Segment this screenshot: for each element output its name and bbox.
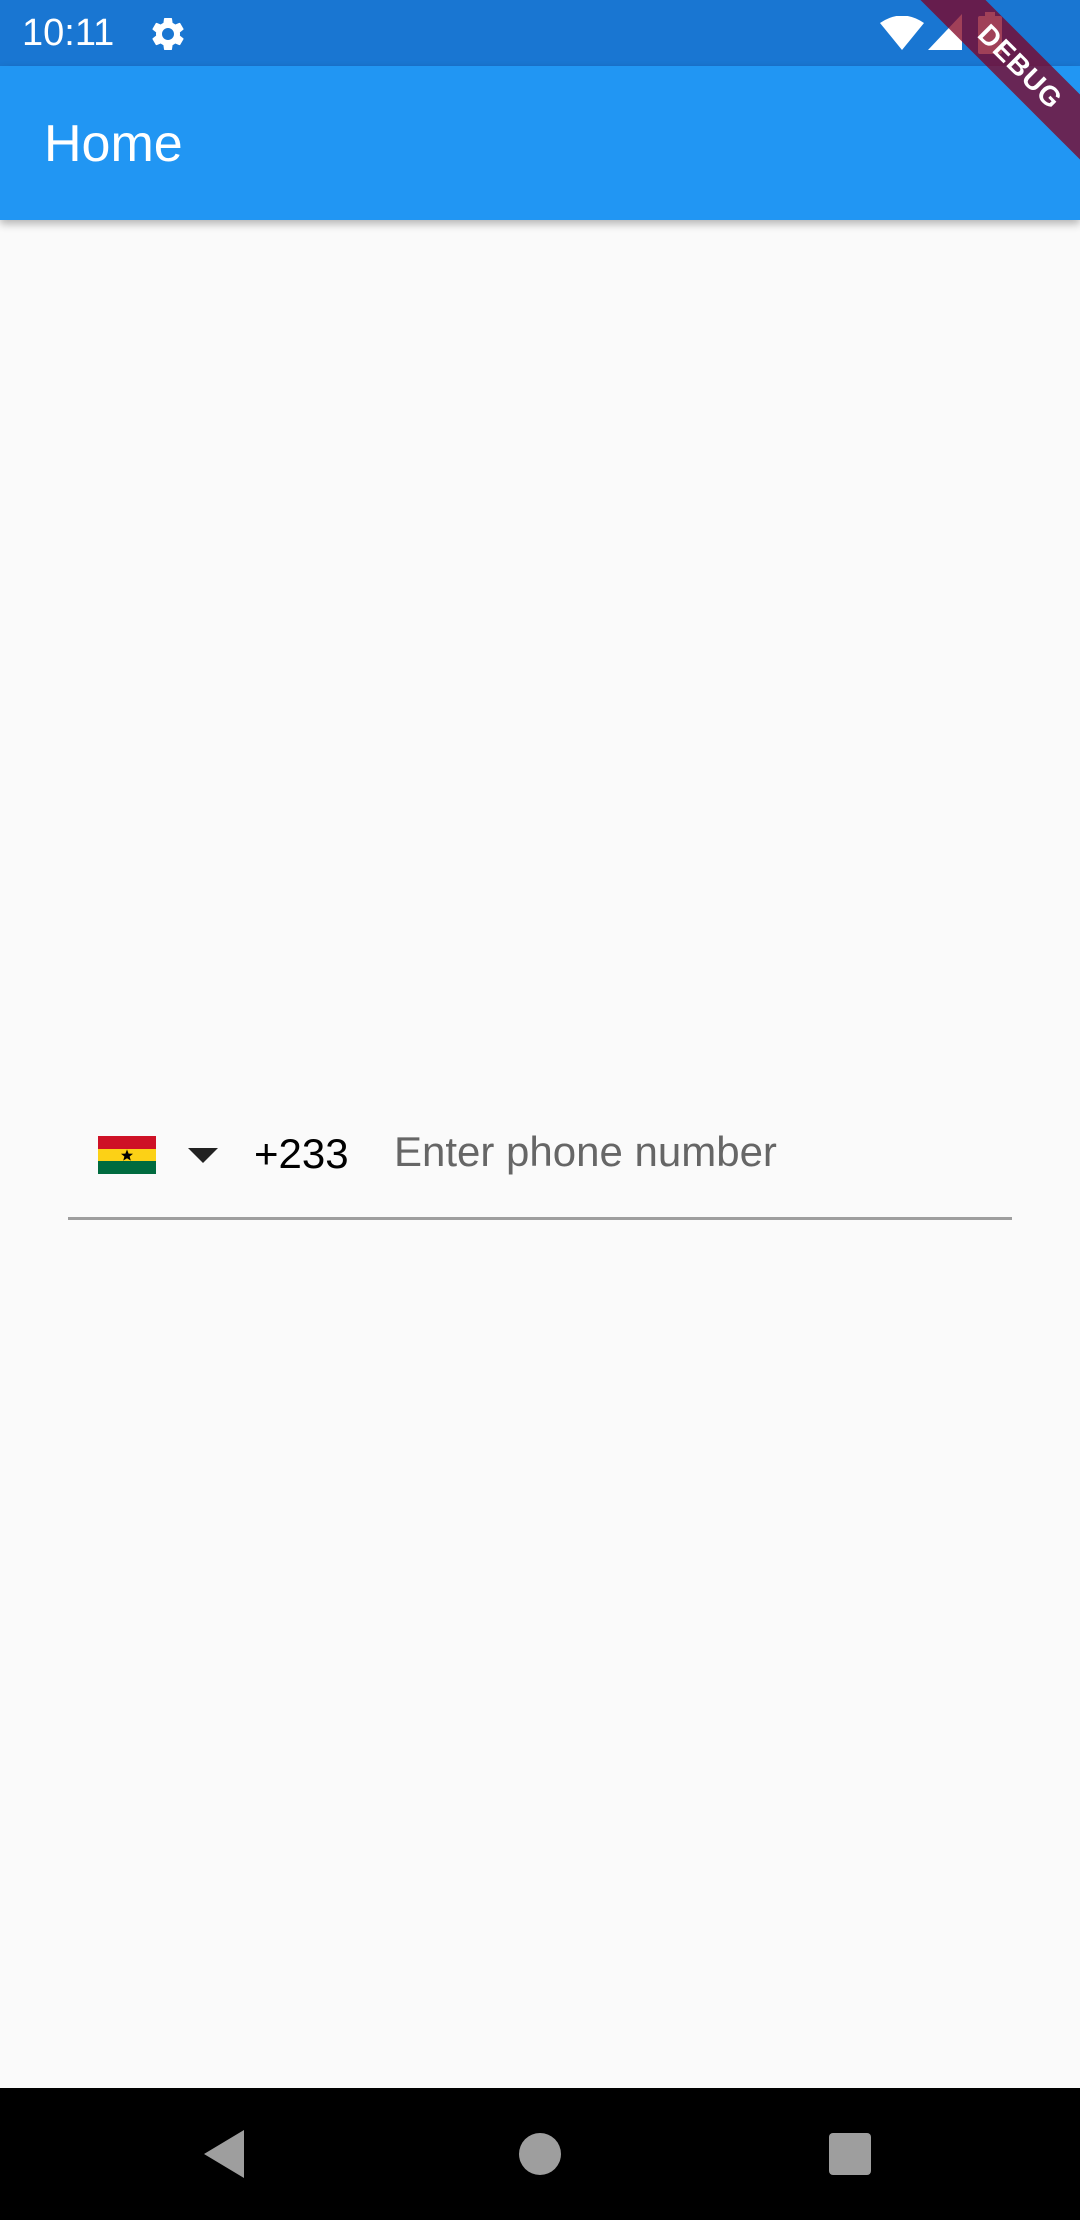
chevron-down-icon [188, 1148, 218, 1163]
input-underline [68, 1217, 1012, 1220]
status-bar: 10:11 [0, 0, 1080, 66]
battery-icon [978, 12, 1002, 54]
status-time: 10:11 [22, 12, 115, 54]
gear-icon [152, 17, 184, 50]
navigation-bar [0, 2088, 1080, 2220]
back-icon[interactable] [204, 2130, 248, 2178]
country-code-selector[interactable]: +233 [68, 1110, 368, 1194]
dial-code: +233 [254, 1130, 349, 1177]
recents-icon[interactable] [829, 2133, 871, 2175]
wifi-icon [880, 16, 924, 50]
phone-number-input[interactable] [394, 1116, 1004, 1188]
signal-icon [928, 14, 962, 50]
screen: 10:11 Home DEBUG +233 Enter phone number [0, 0, 1080, 2220]
app-bar: Home [0, 66, 1080, 220]
home-icon[interactable] [518, 2132, 562, 2176]
ghana-flag-icon [98, 1136, 156, 1174]
page-title: Home [44, 115, 183, 173]
phone-number-field: +233 [68, 1110, 1012, 1220]
